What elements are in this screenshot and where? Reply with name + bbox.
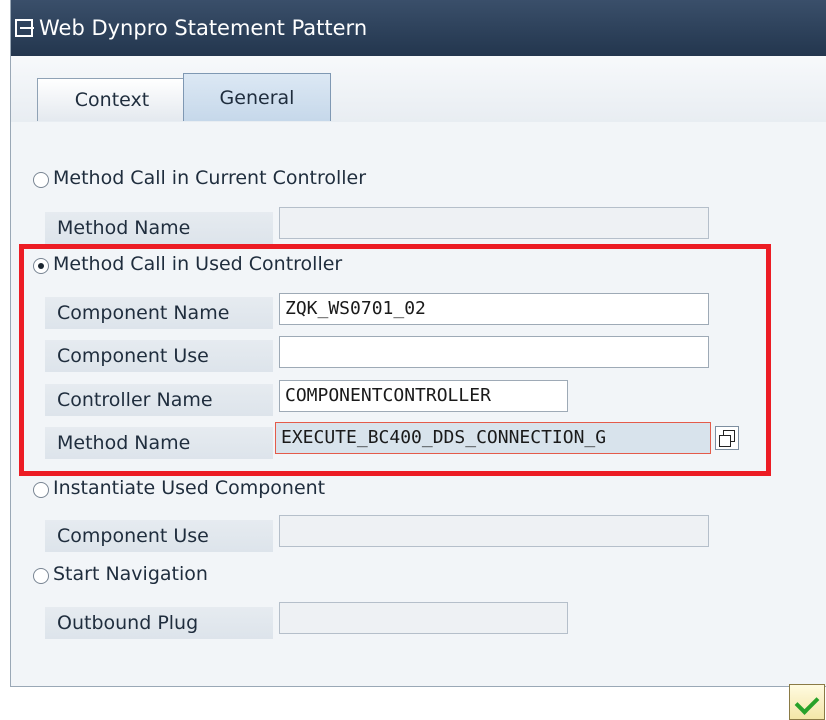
tab-general[interactable]: General — [183, 73, 331, 121]
title-bar: Web Dynpro Statement Pattern — [11, 0, 826, 56]
method-name-used-field[interactable]: EXECUTE_BC400_DDS_CONNECTION_G — [275, 422, 711, 454]
label-method-name-used: Method Name — [45, 427, 273, 459]
radio-used-controller[interactable] — [33, 258, 49, 274]
radio-label-start-navigation: Start Navigation — [53, 563, 208, 585]
window-icon — [15, 19, 34, 37]
label-outbound-plug: Outbound Plug — [45, 607, 273, 639]
component-name-field[interactable]: ZQK_WS0701_02 — [279, 293, 709, 325]
confirm-check-icon — [794, 690, 820, 715]
controller-name-field[interactable]: COMPONENTCONTROLLER — [279, 380, 568, 412]
radio-label-current-controller: Method Call in Current Controller — [53, 167, 367, 189]
radio-start-navigation[interactable] — [33, 568, 49, 584]
tab-context[interactable]: Context — [37, 78, 187, 121]
label-controller-name: Controller Name — [45, 384, 273, 416]
radio-current-controller[interactable] — [33, 172, 49, 188]
label-method-name-current: Method Name — [45, 212, 273, 244]
value-help-icon[interactable] — [715, 426, 739, 450]
component-use-instantiate-field[interactable] — [279, 515, 709, 547]
component-use-field[interactable] — [279, 336, 709, 368]
radio-label-instantiate-component: Instantiate Used Component — [53, 477, 326, 499]
confirm-button[interactable] — [789, 684, 825, 720]
radio-instantiate-component[interactable] — [33, 482, 49, 498]
method-name-current-field[interactable] — [279, 207, 709, 239]
statement-pattern-dialog: Web Dynpro Statement Pattern Context Gen… — [10, 0, 826, 687]
label-component-name: Component Name — [45, 297, 273, 329]
label-component-use: Component Use — [45, 340, 273, 372]
window-title: Web Dynpro Statement Pattern — [39, 16, 368, 40]
outbound-plug-field[interactable] — [279, 602, 568, 634]
radio-label-used-controller: Method Call in Used Controller — [53, 253, 343, 275]
label-component-use-instantiate: Component Use — [45, 520, 273, 552]
